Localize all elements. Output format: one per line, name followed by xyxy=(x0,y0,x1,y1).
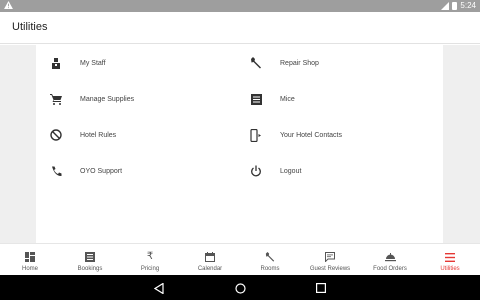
app-bar: Utilities xyxy=(0,12,480,44)
phone-icon xyxy=(48,163,64,179)
tab-label: Home xyxy=(21,266,38,272)
tab-food-orders[interactable]: Food Orders xyxy=(360,244,420,275)
utility-label: Your Hotel Contacts xyxy=(280,131,342,139)
tab-label: Bookings xyxy=(77,266,103,272)
utility-item-repair-shop[interactable]: Repair Shop xyxy=(248,53,319,73)
dashboard-icon xyxy=(24,251,36,263)
tab-calendar[interactable]: Calendar xyxy=(180,244,240,275)
recents-square-icon[interactable] xyxy=(314,281,328,295)
block-icon xyxy=(48,127,64,143)
utility-label: Logout xyxy=(280,167,302,175)
home-circle-icon[interactable] xyxy=(233,281,247,295)
utility-item-hotel-rules[interactable]: Hotel Rules xyxy=(48,125,116,145)
rupee-icon: ₹ xyxy=(146,251,154,262)
page-title: Utilities xyxy=(12,21,48,33)
power-icon xyxy=(248,163,264,179)
battery-icon xyxy=(452,2,458,10)
wrench-icon xyxy=(264,251,276,263)
tab-guest-reviews[interactable]: Guest Reviews xyxy=(300,244,360,275)
utility-label: OYO Support xyxy=(80,167,123,175)
utility-label: Repair Shop xyxy=(280,59,319,67)
back-icon[interactable] xyxy=(152,281,166,295)
tab-rooms[interactable]: Rooms xyxy=(240,244,300,275)
tab-label: Rooms xyxy=(260,266,280,272)
system-nav-bar xyxy=(0,275,480,300)
menu-icon xyxy=(444,251,456,263)
utility-label: Manage Supplies xyxy=(80,95,135,103)
tab-label: Guest Reviews xyxy=(309,266,351,272)
utilities-panel: My Staff Repair Shop Manage Supplies Mic… xyxy=(36,45,443,243)
tab-bookings[interactable]: Bookings xyxy=(60,244,120,275)
signal-icon xyxy=(441,2,450,10)
utility-item-manage-supplies[interactable]: Manage Supplies xyxy=(48,89,134,109)
calendar-icon xyxy=(204,251,216,263)
tab-utilities[interactable]: Utilities xyxy=(420,244,480,275)
tab-home[interactable]: Home xyxy=(0,244,60,275)
bookings-icon xyxy=(84,251,96,263)
utility-item-oyo-support[interactable]: OYO Support xyxy=(48,161,122,181)
warning-icon xyxy=(4,1,13,11)
phone-contact-icon xyxy=(248,127,264,143)
utility-label: Hotel Rules xyxy=(80,131,117,139)
utility-item-mice[interactable]: Mice xyxy=(248,89,295,109)
utility-label: Mice xyxy=(280,95,295,103)
tab-label: Pricing xyxy=(140,266,160,272)
utility-label: My Staff xyxy=(80,59,106,67)
status-time: 5:24 xyxy=(460,1,476,10)
utility-item-hotel-contacts[interactable]: Your Hotel Contacts xyxy=(248,125,342,145)
cart-icon xyxy=(48,91,64,107)
tab-label: Calendar xyxy=(197,266,223,272)
utility-item-logout[interactable]: Logout xyxy=(248,161,301,181)
utility-item-my-staff[interactable]: My Staff xyxy=(48,53,106,73)
status-bar: 5:24 xyxy=(0,0,480,12)
tab-pricing[interactable]: ₹ Pricing xyxy=(120,244,180,275)
bottom-tab-bar: Home Bookings ₹ Pricing Calendar Rooms G… xyxy=(0,243,480,275)
wrench-icon xyxy=(248,55,264,71)
food-tray-icon xyxy=(384,251,396,263)
staff-icon xyxy=(48,55,64,71)
list-box-icon xyxy=(248,91,264,107)
content-area: My Staff Repair Shop Manage Supplies Mic… xyxy=(0,45,480,243)
tab-label: Food Orders xyxy=(373,266,407,272)
chat-icon xyxy=(324,251,336,263)
tab-label: Utilities xyxy=(440,266,460,272)
